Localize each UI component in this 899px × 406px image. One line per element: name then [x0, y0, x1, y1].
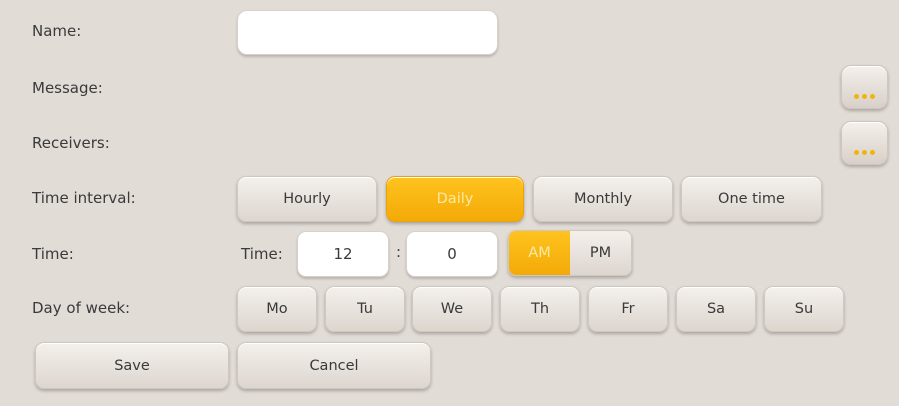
- save-button[interactable]: Save: [35, 342, 229, 389]
- message-more-button[interactable]: [841, 65, 888, 109]
- day-fr-button[interactable]: Fr: [588, 286, 668, 332]
- time-label: Time:: [32, 245, 74, 263]
- interval-one-time-button[interactable]: One time: [681, 176, 822, 222]
- ellipsis-icon: [854, 150, 875, 155]
- day-th-button[interactable]: Th: [500, 286, 580, 332]
- time-picker-label: Time:: [241, 245, 283, 263]
- day-we-button[interactable]: We: [412, 286, 492, 332]
- interval-daily-button[interactable]: Daily: [386, 176, 524, 222]
- day-su-button[interactable]: Su: [764, 286, 844, 332]
- day-sa-button[interactable]: Sa: [676, 286, 756, 332]
- minute-input[interactable]: 0: [406, 231, 498, 277]
- day-mo-button[interactable]: Mo: [237, 286, 317, 332]
- message-label: Message:: [32, 79, 103, 97]
- interval-monthly-button[interactable]: Monthly: [533, 176, 673, 222]
- receivers-label: Receivers:: [32, 134, 110, 152]
- day-tu-button[interactable]: Tu: [325, 286, 405, 332]
- day-of-week-label: Day of week:: [32, 299, 131, 317]
- receivers-more-button[interactable]: [841, 121, 888, 165]
- am-button[interactable]: AM: [509, 231, 570, 275]
- cancel-button[interactable]: Cancel: [237, 342, 431, 389]
- interval-hourly-button[interactable]: Hourly: [237, 176, 377, 222]
- hour-input[interactable]: 12: [297, 231, 389, 277]
- pm-button[interactable]: PM: [570, 231, 631, 275]
- ellipsis-icon: [854, 94, 875, 99]
- name-input[interactable]: [237, 10, 498, 55]
- name-label: Name:: [32, 22, 82, 40]
- time-interval-label: Time interval:: [32, 189, 136, 207]
- am-pm-toggle: AM PM: [508, 230, 632, 276]
- time-separator: :: [396, 243, 402, 261]
